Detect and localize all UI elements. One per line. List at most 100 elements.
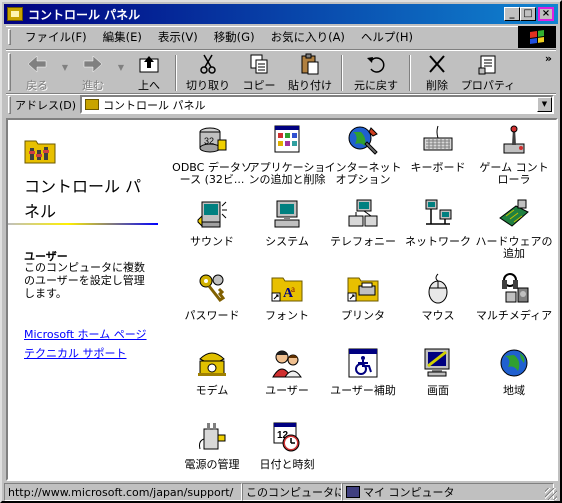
delete-button[interactable]: 削除 [415,53,459,93]
copy-button[interactable]: コピー [235,53,283,93]
up-folder-icon [138,53,160,75]
title-bar[interactable]: コントロール パネル _ □ × [4,4,558,24]
passwords-label: パスワード [184,309,240,322]
tech-support-link[interactable]: テクニカル サポート [24,345,127,361]
internet-options-item[interactable]: インターネットオプション [323,124,403,186]
menu-go[interactable]: 移動(G) [206,29,263,45]
mouse-item[interactable]: マウス [398,272,478,322]
toolbar-more-chevron[interactable]: » [545,52,552,65]
resize-grip[interactable] [545,488,557,500]
display-label: 画面 [427,384,449,397]
status-bar: http://www.microsoft.com/japan/support/ … [4,483,558,501]
regional-settings-item[interactable]: 地域 [474,347,554,397]
menubar-grip[interactable] [8,28,11,45]
back-label: 戻る [26,79,48,92]
maximize-button[interactable]: □ [520,7,536,21]
properties-button[interactable]: プロパティ [459,53,517,93]
undo-icon [365,53,387,75]
cut-button[interactable]: 切り取り [181,53,235,93]
sounds-label: サウンド [190,235,234,248]
addressbar-grip[interactable] [8,95,11,114]
accessibility-item[interactable]: ユーザー補助 [323,347,403,397]
telephony-item[interactable]: テレフォニー [323,198,403,248]
keyboard-label: キーボード [410,161,466,174]
address-label: アドレス(D) [15,98,77,112]
printers-item[interactable]: プリンタ [323,272,403,322]
game-controllers-label: ゲーム コントローラ [479,161,549,186]
globe-icon [500,349,528,377]
keys-icon [199,274,226,303]
delete-label: 削除 [426,79,448,92]
back-arrow-icon [26,53,48,75]
odbc-label: ODBC データソース (32ビ... [172,161,252,186]
modem-phone-icon [198,352,226,376]
display-monitor-icon [424,348,450,377]
menu-view[interactable]: 表示(V) [150,29,206,45]
display-item[interactable]: 画面 [398,347,478,397]
address-field[interactable]: コントロール パネル ▼ [80,95,554,114]
add-hardware-icon [499,199,529,227]
gradient-divider [8,223,158,225]
back-button[interactable]: 戻る [15,53,59,93]
odbc-item[interactable]: 32 ODBC データソース (32ビ... [172,124,252,186]
menu-favorites[interactable]: お気に入り(A) [263,29,353,45]
add-hardware-item[interactable]: ハードウェアの追加 [474,198,554,260]
modems-item[interactable]: モデム [172,347,252,397]
svg-text:32: 32 [204,136,214,146]
properties-label: プロパティ [460,79,516,92]
menu-bar: ファイル(F) 編集(E) 表示(V) 移動(G) お気に入り(A) ヘルプ(H… [6,26,520,46]
multimedia-icon [502,273,529,303]
date-time-item[interactable]: 12 日付と時刻 [247,421,327,471]
paste-button[interactable]: 貼り付け [283,53,337,93]
game-controllers-item[interactable]: ゲーム コントローラ [474,124,554,186]
accessibility-label: ユーザー補助 [330,384,396,397]
users-item[interactable]: ユーザー [247,347,327,397]
menu-file[interactable]: ファイル(F) [17,29,95,45]
forward-button[interactable]: 進む [71,53,115,93]
minimize-button[interactable]: _ [504,7,520,21]
system-item[interactable]: システム [247,198,327,248]
passwords-item[interactable]: パスワード [172,272,252,322]
add-remove-programs-item[interactable]: アプリケーションの追加と削除 [247,124,327,186]
multimedia-item[interactable]: マルチメディア [474,272,554,322]
keyboard-item[interactable]: キーボード [398,124,478,174]
microsoft-home-link[interactable]: Microsoft ホーム ページ [24,326,147,342]
network-item[interactable]: ネットワーク [398,198,478,248]
toolbar-grip[interactable] [8,53,11,91]
odbc-database-icon: 32 [199,127,227,153]
printers-folder-icon [347,277,379,302]
address-dropdown-button[interactable]: ▼ [537,97,552,112]
add-remove-programs-icon [274,125,300,153]
power-plug-icon [199,423,226,450]
back-dropdown-arrow[interactable]: ▼ [59,53,71,93]
regional-settings-label: 地域 [503,384,525,397]
my-computer-icon [346,486,360,498]
cut-label: 切り取り [186,79,230,92]
internet-options-label: インターネットオプション [324,161,402,186]
keyboard-icon [423,125,453,151]
status-zone: マイ コンピュータ [342,483,554,501]
fonts-item[interactable]: Aa フォント [247,272,327,322]
selected-item-description: このコンピュータに複数のユーザーを設定し管理します。 [24,261,145,300]
add-remove-programs-label: アプリケーションの追加と削除 [248,161,326,186]
add-hardware-label: ハードウェアの追加 [475,235,553,260]
status-zone-label: マイ コンピュータ [363,486,455,499]
window-title: コントロール パネル [28,7,141,22]
undo-button[interactable]: 元に戻す [347,53,405,93]
menu-help[interactable]: ヘルプ(H) [353,29,421,45]
computer-icon [274,200,300,228]
telephony-icon [348,199,378,227]
forward-dropdown-arrow[interactable]: ▼ [115,53,127,93]
svg-text:a: a [291,284,295,294]
control-panel-large-icon [24,140,56,164]
standard-toolbar: 戻る ▼ 進む ▼ 上へ 切り取り コピー 貼り付け 元に戻す 削除 プロパティ… [6,49,556,93]
users-icon [272,350,302,378]
close-button[interactable]: × [538,7,554,21]
menu-edit[interactable]: 編集(E) [95,29,150,45]
power-management-item[interactable]: 電源の管理 [172,421,252,471]
up-button[interactable]: 上へ [127,53,171,93]
network-icon [425,199,452,225]
sounds-item[interactable]: サウンド [172,198,252,248]
printers-label: プリンタ [341,309,385,322]
address-value[interactable]: コントロール パネル [103,97,206,113]
